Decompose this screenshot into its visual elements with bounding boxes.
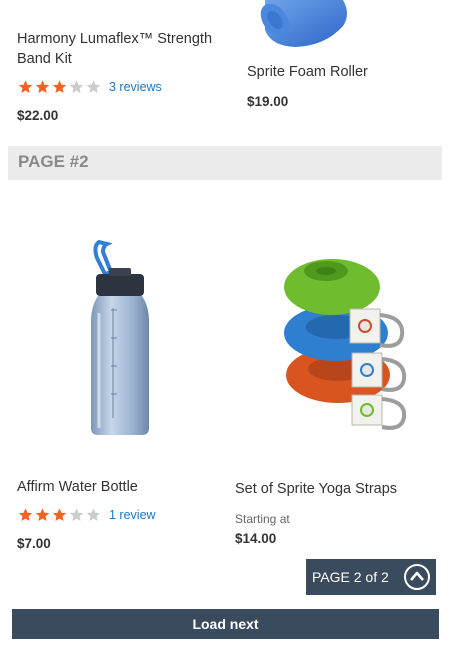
star-icon <box>52 80 67 93</box>
page-indicator-label: PAGE 2 of 2 <box>312 569 389 585</box>
product-image-foam-roller[interactable] <box>255 0 355 48</box>
product-name-yoga-straps[interactable]: Set of Sprite Yoga Straps <box>235 479 435 499</box>
chevron-up-circle-icon[interactable] <box>404 564 430 590</box>
product-price: $19.00 <box>247 94 289 109</box>
product-price: $22.00 <box>17 108 59 123</box>
product-name-water-bottle[interactable]: Affirm Water Bottle <box>17 477 217 497</box>
page-indicator: PAGE 2 of 2 <box>306 559 436 595</box>
star-icon <box>86 80 101 93</box>
star-icon <box>86 508 101 521</box>
star-icon <box>35 80 50 93</box>
product-price: $14.00 <box>235 531 277 546</box>
star-icon <box>18 508 33 521</box>
reviews-link[interactable]: 3 reviews <box>109 80 162 94</box>
reviews-link[interactable]: 1 review <box>109 508 156 522</box>
page-divider-label: PAGE #2 <box>18 152 89 171</box>
product-rating: 3 reviews <box>17 79 162 95</box>
product-name-foam-roller[interactable]: Sprite Foam Roller <box>247 62 437 82</box>
star-icon <box>35 508 50 521</box>
price-starting-label: Starting at <box>235 512 290 526</box>
product-rating: 1 review <box>17 507 156 523</box>
rating-stars <box>17 79 102 95</box>
star-icon <box>69 508 84 521</box>
star-icon <box>69 80 84 93</box>
load-next-button[interactable]: Load next <box>12 609 439 639</box>
star-icon <box>52 508 67 521</box>
product-image-water-bottle[interactable] <box>85 238 155 438</box>
product-image-yoga-straps[interactable] <box>280 245 415 435</box>
star-icon <box>18 80 33 93</box>
rating-stars <box>17 507 102 523</box>
product-price: $7.00 <box>17 536 51 551</box>
page-divider: PAGE #2 <box>8 146 442 180</box>
product-name-strength-band[interactable]: Harmony Lumaflex™ Strength Band Kit <box>17 29 227 69</box>
